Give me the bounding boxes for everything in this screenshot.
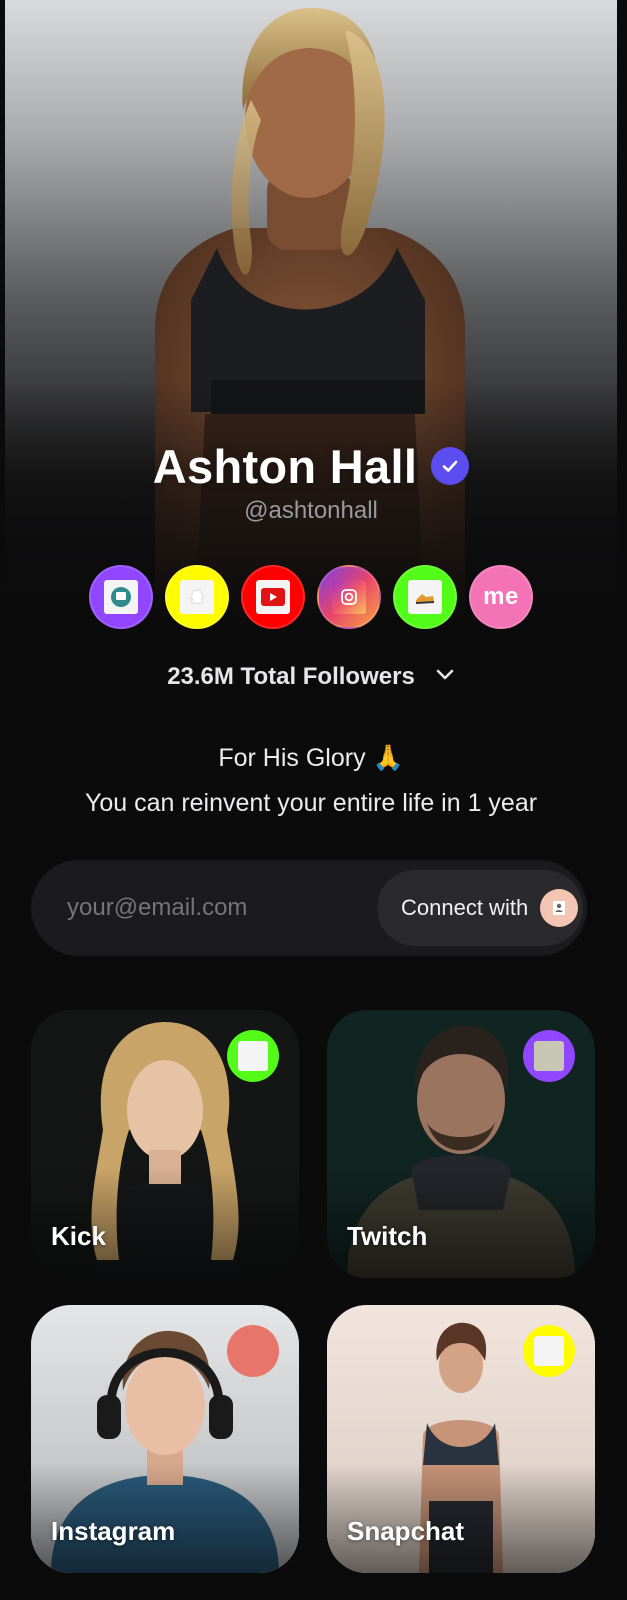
social-youtube-button[interactable]	[241, 565, 305, 629]
instagram-icon	[227, 1325, 279, 1377]
twitch-icon	[104, 580, 138, 614]
total-followers-toggle[interactable]: 23.6M Total Followers	[5, 663, 617, 691]
card-snapchat[interactable]: Snapchat	[327, 1305, 595, 1573]
snapchat-icon	[180, 580, 214, 614]
profile-handle: @ashtonhall	[244, 497, 378, 524]
social-twitch-button[interactable]	[89, 565, 153, 629]
card-twitch-label: Twitch	[347, 1221, 428, 1251]
social-kick-button[interactable]	[393, 565, 457, 629]
social-snapchat-button[interactable]	[165, 565, 229, 629]
snapchat-icon	[523, 1325, 575, 1377]
social-me-button[interactable]: me	[469, 565, 533, 629]
instagram-icon	[332, 580, 366, 614]
total-followers-text: 23.6M Total Followers	[167, 663, 415, 690]
twitch-icon	[523, 1030, 575, 1082]
connect-button-label: Connect with	[401, 895, 529, 920]
hero-section	[5, 0, 617, 620]
bio-line-2: You can reinvent your entire life in 1 y…	[84, 789, 538, 817]
verified-badge-icon	[431, 447, 470, 485]
chevron-down-icon	[435, 668, 455, 687]
me-link-label: me	[483, 583, 519, 610]
kick-icon	[227, 1030, 279, 1082]
card-kick-label: Kick	[51, 1221, 106, 1251]
card-snapchat-label: Snapchat	[347, 1516, 465, 1546]
email-connect-bar: Connect with	[31, 860, 587, 956]
profile-name-row: Ashton Hall	[5, 436, 617, 496]
social-links-row: me	[5, 565, 617, 629]
connect-with-button[interactable]: Connect with	[377, 870, 583, 946]
email-input[interactable]	[67, 860, 367, 956]
profile-page: Ashton Hall @ashtonhall me 23.6M Total F…	[5, 0, 617, 1600]
social-instagram-button[interactable]	[317, 565, 381, 629]
card-kick[interactable]: Kick	[31, 1010, 299, 1278]
youtube-icon	[256, 580, 290, 614]
bio-line-1: For His Glory 🙏	[218, 744, 404, 772]
card-twitch[interactable]: Twitch	[327, 1010, 595, 1278]
kick-icon	[408, 580, 442, 614]
profile-name: Ashton Hall	[152, 439, 418, 493]
card-instagram-label: Instagram	[51, 1516, 176, 1546]
card-instagram[interactable]: Instagram	[31, 1305, 299, 1573]
user-icon	[540, 889, 579, 927]
